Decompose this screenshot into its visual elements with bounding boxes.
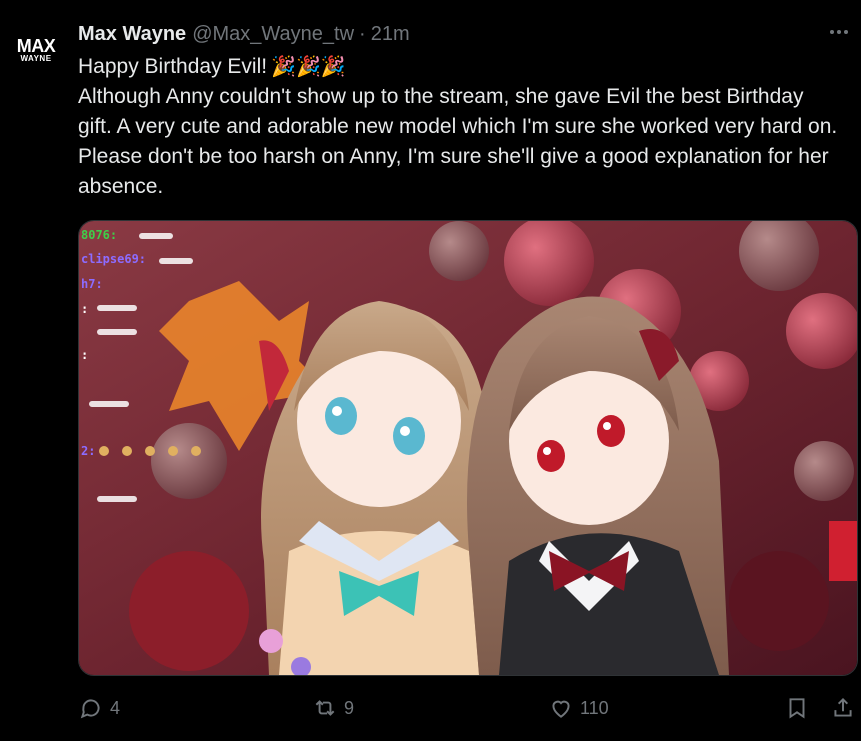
reply-icon [80, 699, 100, 719]
more-icon[interactable] [827, 22, 851, 42]
share-icon [834, 697, 852, 717]
tweet-text: Happy Birthday Evil! 🎉🎉🎉 Although Anny co… [78, 52, 838, 202]
logo-text-bottom: WAYNE [20, 53, 52, 63]
user-handle[interactable]: @Max_Wayne_tw [192, 23, 354, 46]
tweet-header: Max Wayne @Max_Wayne_tw · 21m [78, 20, 410, 48]
tweet-text-body: Although Anny couldn't show up to the st… [78, 85, 838, 198]
bookmark-button[interactable] [784, 692, 810, 724]
action-bar: 4 9 110 [78, 692, 858, 724]
party-popper-emoji: 🎉🎉🎉 [271, 56, 346, 78]
timestamp[interactable]: 21m [371, 23, 410, 46]
separator-dot: · [359, 22, 366, 45]
retweet-button[interactable]: 9 [312, 692, 354, 724]
chat-line: : [81, 348, 88, 362]
chat-line: clipse69: [81, 252, 146, 266]
tweet[interactable]: MAX WAYNE Max Wayne @Max_Wayne_tw · 21m … [0, 0, 861, 741]
share-button[interactable] [830, 692, 856, 724]
chat-line: : [81, 302, 88, 316]
tweet-text-line1: Happy Birthday Evil! [78, 55, 268, 78]
retweet-icon [315, 700, 335, 716]
avatar[interactable]: MAX WAYNE [8, 30, 64, 70]
logo-text-top: MAX [16, 35, 56, 56]
display-name[interactable]: Max Wayne [78, 23, 186, 46]
retweet-count: 9 [344, 697, 355, 718]
bookmark-icon [789, 698, 805, 719]
like-icon [552, 700, 570, 718]
chat-line: 8076: [81, 228, 117, 242]
reply-count: 4 [110, 697, 121, 718]
reply-button[interactable]: 4 [78, 692, 120, 724]
tweet-media-image[interactable]: 8076: clipse69: h7: : : 2: [78, 220, 858, 676]
chat-line: h7: [81, 277, 103, 291]
chat-line: 2: [81, 444, 95, 458]
like-button[interactable]: 110 [548, 692, 609, 724]
like-count: 110 [580, 697, 609, 718]
